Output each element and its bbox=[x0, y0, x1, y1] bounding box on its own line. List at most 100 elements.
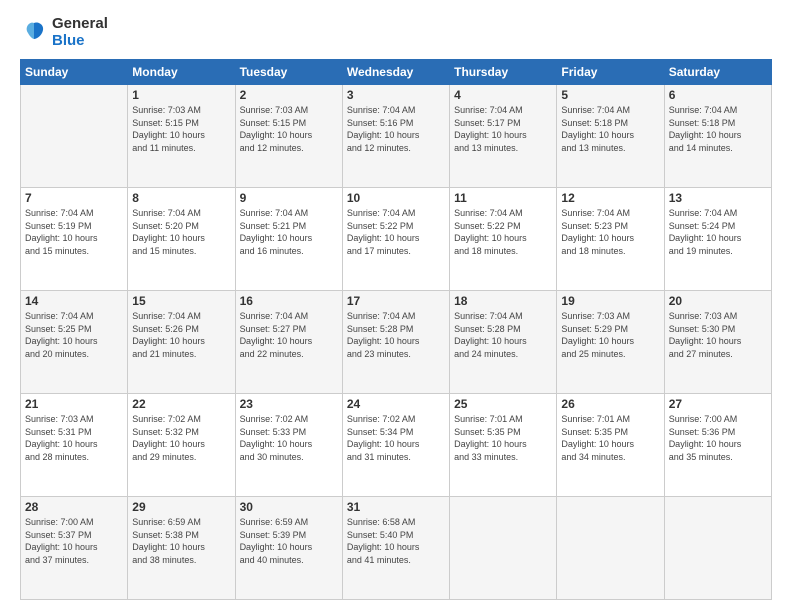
day-info: Sunrise: 7:04 AM Sunset: 5:16 PM Dayligh… bbox=[347, 104, 445, 154]
calendar-table: SundayMondayTuesdayWednesdayThursdayFrid… bbox=[20, 59, 772, 600]
day-number: 24 bbox=[347, 397, 445, 411]
calendar-cell: 31Sunrise: 6:58 AM Sunset: 5:40 PM Dayli… bbox=[342, 497, 449, 600]
day-number: 7 bbox=[25, 191, 123, 205]
day-number: 10 bbox=[347, 191, 445, 205]
day-info: Sunrise: 7:02 AM Sunset: 5:33 PM Dayligh… bbox=[240, 413, 338, 463]
day-number: 29 bbox=[132, 500, 230, 514]
logo-text-block: General Blue bbox=[20, 16, 108, 49]
day-number: 18 bbox=[454, 294, 552, 308]
page: General Blue SundayMondayTuesdayWednesda… bbox=[0, 0, 792, 612]
calendar-cell: 20 Sunrise: 7:03 AM Sunset: 5:30 PM Dayli… bbox=[664, 291, 771, 394]
calendar-cell: 19Sunrise: 7:03 AM Sunset: 5:29 PM Dayli… bbox=[557, 291, 664, 394]
day-number: 4 bbox=[454, 88, 552, 102]
day-number: 12 bbox=[561, 191, 659, 205]
weekday-header-wednesday: Wednesday bbox=[342, 60, 449, 85]
day-info: Sunrise: 7:01 AM Sunset: 5:35 PM Dayligh… bbox=[561, 413, 659, 463]
day-number: 1 bbox=[132, 88, 230, 102]
calendar-week-row: 14 Sunrise: 7:04 AM Sunset: 5:25 PM Dayli… bbox=[21, 291, 772, 394]
day-info: Sunrise: 7:03 AM Sunset: 5:30 PM Dayligh… bbox=[669, 310, 767, 360]
day-info: Sunrise: 7:04 AM Sunset: 5:22 PM Dayligh… bbox=[454, 207, 552, 257]
calendar-cell: 24 Sunrise: 7:02 AM Sunset: 5:34 PM Dayli… bbox=[342, 394, 449, 497]
weekday-header-thursday: Thursday bbox=[450, 60, 557, 85]
day-number: 6 bbox=[669, 88, 767, 102]
weekday-header-tuesday: Tuesday bbox=[235, 60, 342, 85]
calendar-cell: 30 Sunrise: 6:59 AM Sunset: 5:39 PM Dayli… bbox=[235, 497, 342, 600]
day-number: 8 bbox=[132, 191, 230, 205]
day-number: 15 bbox=[132, 294, 230, 308]
day-info: Sunrise: 7:02 AM Sunset: 5:32 PM Dayligh… bbox=[132, 413, 230, 463]
calendar-cell: 10Sunrise: 7:04 AM Sunset: 5:22 PM Dayli… bbox=[342, 188, 449, 291]
calendar-cell: 15 Sunrise: 7:04 AM Sunset: 5:26 PM Dayli… bbox=[128, 291, 235, 394]
logo-general: General bbox=[52, 16, 108, 33]
day-number: 3 bbox=[347, 88, 445, 102]
day-info: Sunrise: 7:00 AM Sunset: 5:36 PM Dayligh… bbox=[669, 413, 767, 463]
day-number: 14 bbox=[25, 294, 123, 308]
day-info: Sunrise: 7:04 AM Sunset: 5:21 PM Dayligh… bbox=[240, 207, 338, 257]
calendar-cell: 11 Sunrise: 7:04 AM Sunset: 5:22 PM Dayli… bbox=[450, 188, 557, 291]
day-info: Sunrise: 6:59 AM Sunset: 5:39 PM Dayligh… bbox=[240, 516, 338, 566]
day-number: 25 bbox=[454, 397, 552, 411]
day-number: 21 bbox=[25, 397, 123, 411]
day-number: 13 bbox=[669, 191, 767, 205]
day-info: Sunrise: 7:04 AM Sunset: 5:18 PM Dayligh… bbox=[561, 104, 659, 154]
day-number: 28 bbox=[25, 500, 123, 514]
calendar-cell: 4 Sunrise: 7:04 AM Sunset: 5:17 PM Daylig… bbox=[450, 85, 557, 188]
calendar-week-row: 28 Sunrise: 7:00 AM Sunset: 5:37 PM Dayli… bbox=[21, 497, 772, 600]
calendar-cell: 12 Sunrise: 7:04 AM Sunset: 5:23 PM Dayli… bbox=[557, 188, 664, 291]
day-number: 26 bbox=[561, 397, 659, 411]
calendar-cell: 21 Sunrise: 7:03 AM Sunset: 5:31 PM Dayli… bbox=[21, 394, 128, 497]
weekday-header-sunday: Sunday bbox=[21, 60, 128, 85]
calendar-week-row: 21 Sunrise: 7:03 AM Sunset: 5:31 PM Dayli… bbox=[21, 394, 772, 497]
day-info: Sunrise: 7:02 AM Sunset: 5:34 PM Dayligh… bbox=[347, 413, 445, 463]
day-info: Sunrise: 7:04 AM Sunset: 5:26 PM Dayligh… bbox=[132, 310, 230, 360]
day-number: 16 bbox=[240, 294, 338, 308]
calendar-cell: 17Sunrise: 7:04 AM Sunset: 5:28 PM Dayli… bbox=[342, 291, 449, 394]
logo-bird-icon bbox=[20, 19, 48, 47]
day-number: 22 bbox=[132, 397, 230, 411]
day-number: 30 bbox=[240, 500, 338, 514]
day-number: 20 bbox=[669, 294, 767, 308]
calendar-cell: 23Sunrise: 7:02 AM Sunset: 5:33 PM Dayli… bbox=[235, 394, 342, 497]
day-number: 19 bbox=[561, 294, 659, 308]
day-number: 2 bbox=[240, 88, 338, 102]
day-info: Sunrise: 7:01 AM Sunset: 5:35 PM Dayligh… bbox=[454, 413, 552, 463]
calendar-cell: 26 Sunrise: 7:01 AM Sunset: 5:35 PM Dayli… bbox=[557, 394, 664, 497]
weekday-header-monday: Monday bbox=[128, 60, 235, 85]
calendar-cell: 6 Sunrise: 7:04 AM Sunset: 5:18 PM Daylig… bbox=[664, 85, 771, 188]
logo: General Blue bbox=[20, 16, 108, 49]
day-info: Sunrise: 7:04 AM Sunset: 5:24 PM Dayligh… bbox=[669, 207, 767, 257]
day-number: 5 bbox=[561, 88, 659, 102]
day-info: Sunrise: 7:04 AM Sunset: 5:28 PM Dayligh… bbox=[454, 310, 552, 360]
calendar-cell: 5 Sunrise: 7:04 AM Sunset: 5:18 PM Daylig… bbox=[557, 85, 664, 188]
calendar-cell: 22 Sunrise: 7:02 AM Sunset: 5:32 PM Dayli… bbox=[128, 394, 235, 497]
calendar-cell: 13 Sunrise: 7:04 AM Sunset: 5:24 PM Dayli… bbox=[664, 188, 771, 291]
calendar-week-row: 1 Sunrise: 7:03 AM Sunset: 5:15 PM Daylig… bbox=[21, 85, 772, 188]
calendar-cell: 29 Sunrise: 6:59 AM Sunset: 5:38 PM Dayli… bbox=[128, 497, 235, 600]
day-info: Sunrise: 7:03 AM Sunset: 5:15 PM Dayligh… bbox=[240, 104, 338, 154]
day-info: Sunrise: 7:04 AM Sunset: 5:23 PM Dayligh… bbox=[561, 207, 659, 257]
day-info: Sunrise: 7:04 AM Sunset: 5:25 PM Dayligh… bbox=[25, 310, 123, 360]
day-info: Sunrise: 6:59 AM Sunset: 5:38 PM Dayligh… bbox=[132, 516, 230, 566]
logo-blue: Blue bbox=[52, 33, 108, 50]
day-number: 31 bbox=[347, 500, 445, 514]
day-info: Sunrise: 7:04 AM Sunset: 5:27 PM Dayligh… bbox=[240, 310, 338, 360]
day-info: Sunrise: 7:04 AM Sunset: 5:18 PM Dayligh… bbox=[669, 104, 767, 154]
calendar-cell: 8 Sunrise: 7:04 AM Sunset: 5:20 PM Daylig… bbox=[128, 188, 235, 291]
day-info: Sunrise: 7:04 AM Sunset: 5:28 PM Dayligh… bbox=[347, 310, 445, 360]
day-info: Sunrise: 7:04 AM Sunset: 5:17 PM Dayligh… bbox=[454, 104, 552, 154]
calendar-cell bbox=[21, 85, 128, 188]
day-number: 11 bbox=[454, 191, 552, 205]
calendar-cell: 14 Sunrise: 7:04 AM Sunset: 5:25 PM Dayli… bbox=[21, 291, 128, 394]
calendar-week-row: 7Sunrise: 7:04 AM Sunset: 5:19 PM Daylig… bbox=[21, 188, 772, 291]
calendar-cell: 7Sunrise: 7:04 AM Sunset: 5:19 PM Daylig… bbox=[21, 188, 128, 291]
calendar-cell bbox=[664, 497, 771, 600]
day-info: Sunrise: 7:04 AM Sunset: 5:20 PM Dayligh… bbox=[132, 207, 230, 257]
weekday-header-saturday: Saturday bbox=[664, 60, 771, 85]
calendar-cell: 3 Sunrise: 7:04 AM Sunset: 5:16 PM Daylig… bbox=[342, 85, 449, 188]
calendar-cell: 9 Sunrise: 7:04 AM Sunset: 5:21 PM Daylig… bbox=[235, 188, 342, 291]
day-info: Sunrise: 7:03 AM Sunset: 5:31 PM Dayligh… bbox=[25, 413, 123, 463]
day-number: 9 bbox=[240, 191, 338, 205]
day-info: Sunrise: 7:00 AM Sunset: 5:37 PM Dayligh… bbox=[25, 516, 123, 566]
calendar-cell: 27Sunrise: 7:00 AM Sunset: 5:36 PM Dayli… bbox=[664, 394, 771, 497]
calendar-cell: 25 Sunrise: 7:01 AM Sunset: 5:35 PM Dayli… bbox=[450, 394, 557, 497]
